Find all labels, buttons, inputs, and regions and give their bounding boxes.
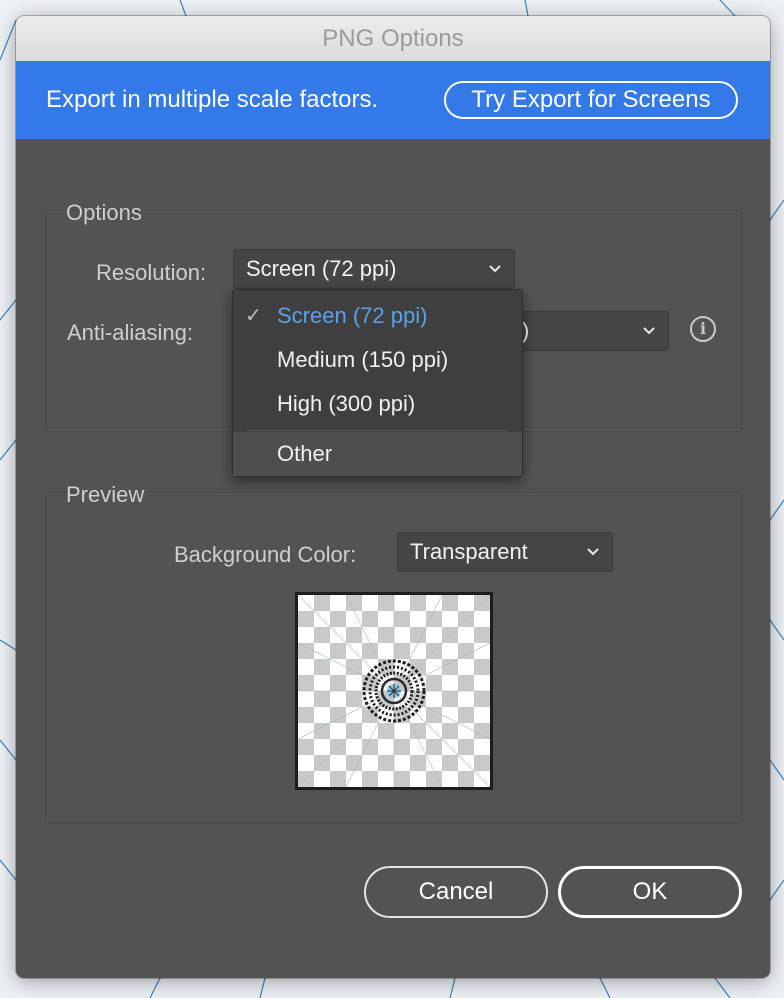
anti-aliasing-label: Anti-aliasing: (67, 320, 193, 345)
menu-item-other[interactable]: Other (233, 432, 522, 476)
options-group-title: Options (66, 200, 142, 225)
chevron-down-icon (587, 548, 599, 556)
export-screens-banner: Export in multiple scale factors. Try Ex… (16, 61, 770, 139)
background-color-select[interactable]: Transparent (397, 532, 613, 572)
menu-item-label: Screen (72 ppi) (277, 303, 428, 328)
info-icon[interactable]: i (690, 316, 716, 342)
ok-button[interactable]: OK (558, 866, 742, 918)
png-options-dialog: PNG Options Export in multiple scale fac… (16, 16, 770, 978)
preview-group-title: Preview (66, 482, 145, 507)
starburst-artwork (298, 595, 490, 787)
try-export-for-screens-button[interactable]: Try Export for Screens (444, 81, 738, 119)
resolution-select-value: Screen (72 ppi) (246, 256, 397, 281)
menu-separator (247, 430, 508, 431)
background-color-label: Background Color: (174, 542, 357, 567)
menu-item-medium-150[interactable]: Medium (150 ppi) (233, 338, 522, 382)
anti-aliasing-select-value: ) (522, 318, 530, 343)
menu-item-label: High (300 ppi) (277, 391, 416, 416)
resolution-select[interactable]: Screen (72 ppi) (233, 249, 515, 289)
banner-text: Export in multiple scale factors. (46, 86, 379, 113)
preview-image (295, 592, 493, 790)
menu-item-label: Other (277, 441, 333, 466)
cancel-button[interactable]: Cancel (364, 866, 548, 918)
background-color-select-value: Transparent (410, 539, 528, 564)
dialog-title: PNG Options (16, 16, 770, 62)
checkmark-icon: ✓ (245, 305, 262, 327)
menu-item-high-300[interactable]: High (300 ppi) (233, 382, 522, 426)
menu-item-screen-72[interactable]: ✓ Screen (72 ppi) (233, 294, 522, 338)
chevron-down-icon (489, 265, 501, 273)
resolution-dropdown-menu: ✓ Screen (72 ppi) Medium (150 ppi) High … (232, 289, 523, 477)
chevron-down-icon (643, 327, 655, 335)
menu-item-label: Medium (150 ppi) (277, 347, 449, 372)
resolution-label: Resolution: (96, 260, 207, 285)
